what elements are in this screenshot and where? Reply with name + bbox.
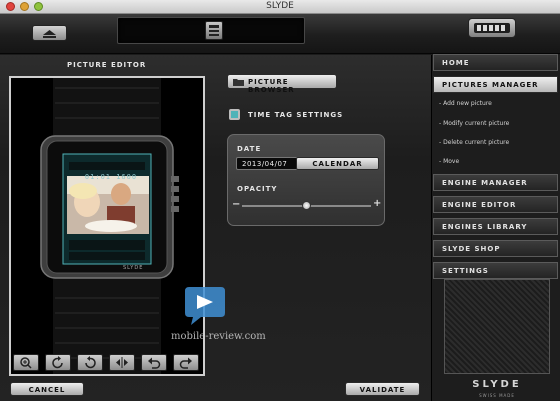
redo-icon [179,357,192,369]
calendar-button[interactable]: CALENDAR [296,157,379,170]
time-tag-label: TIME TAG SETTINGS [248,111,344,119]
redo-button[interactable] [173,354,199,371]
brand-subtitle: SWISS MADE [479,393,515,398]
rotate-right-button[interactable] [77,354,103,371]
subnav-delete-picture[interactable]: - Delete current picture [439,139,509,146]
opacity-increase-button[interactable]: + [373,198,381,209]
undo-button[interactable] [141,354,167,371]
nav-slyde-shop[interactable]: SLYDE SHOP [433,240,558,257]
cancel-button[interactable]: CANCEL [10,382,84,396]
folder-icon [233,79,244,86]
window-title: SLYDE [266,1,294,11]
picture-browser-button[interactable]: PICTURE BROWSER [227,74,337,94]
nav-engine-editor[interactable]: ENGINE EDITOR [433,196,558,213]
opacity-label: OPACITY [237,185,278,193]
date-value: 2013/04/07 [242,160,288,168]
calendar-label: CALENDAR [312,160,363,168]
screen-icon [209,25,219,36]
device-status [468,18,516,38]
app-icon [205,21,223,40]
zoom-in-button[interactable] [13,354,39,371]
zoom-in-icon [20,357,32,369]
date-label: DATE [237,145,262,153]
validate-button[interactable]: VALIDATE [345,382,420,396]
carbon-panel [444,279,550,374]
device-icon [474,23,510,33]
watermark-bubble-icon [185,287,225,325]
flip-horizontal-button[interactable] [109,354,135,371]
undo-icon [148,357,161,369]
nav-engine-manager[interactable]: ENGINE MANAGER [433,174,558,191]
nav-home[interactable]: HOME [433,54,558,71]
subnav-move[interactable]: - Move [439,158,459,165]
watermark-logo [183,283,227,327]
watch-brand-text: SLYDE [123,265,144,271]
subnav-add-picture[interactable]: - Add new picture [439,100,492,107]
window-title-bar: SLYDE [0,0,560,14]
opacity-slider-thumb[interactable] [302,201,311,210]
nav-settings[interactable]: SETTINGS [433,262,558,279]
rotate-left-button[interactable] [45,354,71,371]
opacity-decrease-button[interactable]: − [232,199,240,210]
time-tag-checkbox[interactable] [229,109,240,120]
eject-icon [43,30,56,38]
rotate-left-icon [52,356,63,369]
watch-preview [40,78,179,374]
watermark-text: mobile-review.com [171,331,266,342]
subnav-modify-picture[interactable]: - Modify current picture [439,120,509,127]
watch-time-text: 01:01 1600 [84,173,138,181]
eject-button[interactable] [32,25,67,41]
brand-logo: SLYDE [472,379,522,390]
picture-editor-title: PICTURE EDITOR [67,61,147,69]
rotate-right-icon [85,356,96,369]
nav-pictures-manager[interactable]: PICTURES MANAGER [433,76,558,93]
nav-engines-library[interactable]: ENGINES LIBRARY [433,218,558,235]
flip-horizontal-icon [116,357,128,368]
picture-browser-label: PICTURE BROWSER [248,78,295,94]
